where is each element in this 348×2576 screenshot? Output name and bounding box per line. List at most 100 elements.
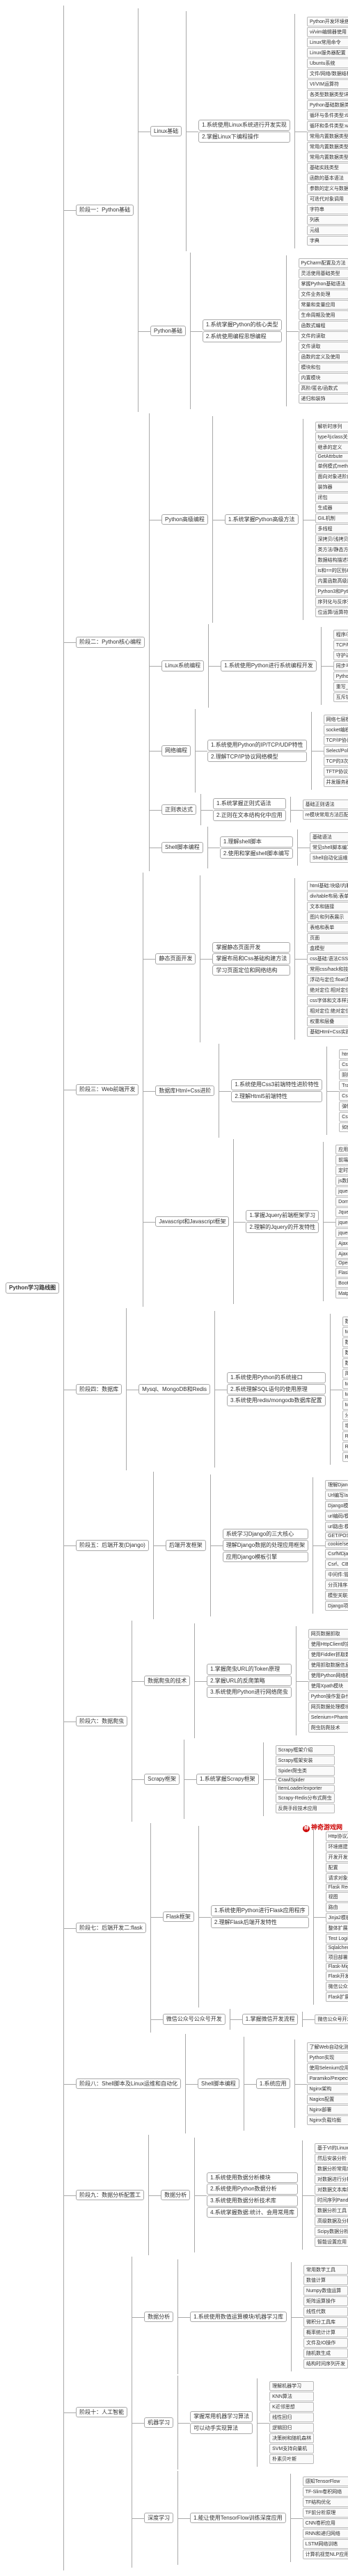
stage-node: 阶段六：数据爬虫	[76, 1716, 127, 1727]
leaves-group: 理解机器学习KNN算法K近邻思想线性回归逻辑回归决策树和随机森林SVM支持向量机…	[269, 2381, 314, 2464]
leaf-node: Nginx部署	[307, 2105, 348, 2115]
sub-branch: Flask框架1.系统使用Python进行Flask应用程序2.理解Flask后…	[163, 1826, 348, 2007]
leaves-group: 了解Web自动化测试Python实现使用Selenium应用Paramiko/P…	[307, 2042, 348, 2125]
goal-node: 掌握布局和Css基础构建方法	[212, 953, 290, 964]
sub-node: Mysql、MongoDB和Redis	[139, 1384, 210, 1395]
leaf-node: 模型关联类型数据应用	[325, 1591, 348, 1600]
leaf-node: url路由:模块	[325, 1522, 348, 1532]
goal-node: 2.系统理解SQL语句的使用原理	[227, 1384, 326, 1395]
leaf-children: PyCharm配置及方法灵活使用基础类型掌握Python基础语法文件业务处理常量…	[290, 255, 348, 406]
sub-branch: Linux基础1.系统使用Linux系统进行开发实现2.掌握Linux下编程操作…	[150, 11, 348, 251]
leaf-node: 数据库关系类型	[342, 1348, 348, 1358]
stage-children: 数据爬虫的技术 1.掌握爬虫URL的Token原理2.掌握URL的反爬策略3.系统…	[136, 1621, 348, 1822]
leaves-group: 基础正则语法re模块常用方法匹配	[303, 800, 348, 820]
goal-children: 1.掌握爬虫URL的Token原理2.掌握URL的反爬策略3.系统使用Pytho…	[198, 1623, 348, 1738]
stage-children: Python高级编程1.系统掌握Python高级方法解析时序列type与clas…	[153, 413, 348, 871]
goal-node: 学习页面定位和网络结构	[212, 965, 290, 976]
leaf-node: 微信公众号	[326, 1982, 348, 1991]
goals-branch: 1.系统使用Python的系统接口2.系统理解SQL语句的使用原理3.系统使用r…	[227, 1314, 348, 1465]
leaf-node: Jquery核心方法事件	[335, 1207, 348, 1217]
stage-branch: 阶段八：Shell脚本及Linux运维和自动化Shell脚本编程1.系统应用了解…	[76, 2034, 348, 2133]
leaves-group: 网页数据抓取使用HttpClient的抓取方法使用Fiddler抓取数据使用抓取…	[308, 1629, 348, 1733]
leaves-group: 应用库vue/react应用前端框架jquery框架定时器和动画js数据类型结构…	[335, 1145, 348, 1298]
leaf-node: Css3高端盒类型	[339, 1112, 348, 1122]
stage-children: 后端开发框架系统学习Django的三大核心理解Django数据的处理应用框架应用…	[157, 1472, 348, 1619]
sub-node: 数据分析	[144, 2312, 173, 2323]
leaves-group: 基于VI的Linux数据然后安装分析数据分析常用库对数据进行分析对数据文本库的操…	[315, 2143, 348, 2247]
leaf-node: 循环与条件类型:if/for	[307, 111, 348, 120]
goal-node: 掌握常用机器学习算法	[190, 2411, 253, 2422]
leaf-node: 文件及IO操作	[303, 2338, 348, 2348]
leaves-branch: html5新增标签与兼容性Css3新增选择器阴影/渐变Transform过渡动画…	[339, 1049, 348, 1132]
leaf-node: 逻辑回归	[269, 2423, 314, 2433]
leaf-node: Http协议及Werkzeug介绍	[326, 1831, 348, 1841]
leaf-node: 然后安装分析	[315, 2154, 348, 2163]
leaf-node: 图片和列表展示	[307, 912, 348, 922]
leaves-branch: 常用数学工具数值计算Numpy数值运算矩阵运算操作线性代数微积分工具库概率统计计…	[303, 2265, 348, 2369]
goal-node: 1.系统使用Python进行系统编程开发	[221, 660, 317, 671]
goal-node: 2.系统使用Python数据分析	[207, 2184, 298, 2195]
goals-group: 1.系统掌握Python高级方法	[225, 514, 299, 525]
leaf-node: LSTM网络训练	[303, 2539, 348, 2549]
leaf-node: Nagios配置	[307, 2094, 348, 2104]
stage-node: 阶段五：后端开发(Django)	[76, 1540, 149, 1551]
leaf-node: 递归和装饰	[299, 394, 348, 404]
sub-branch: Shell脚本编程1.理解shell脚本2.使用和掌握shell脚本编写基础语法…	[161, 827, 348, 868]
leaf-node: 数据库增删改查	[342, 1337, 348, 1347]
sub-node: 数据爬虫的技术	[144, 1676, 190, 1687]
sub-branch: 网络编程1.系统使用Python的IP/TCP/UDP特性2.理解TCP/IP协…	[161, 709, 348, 793]
leaf-node: 数据管理系统	[342, 1317, 348, 1326]
leaf-children: 感知TensorFlowTF-Slim卷积网络TF结构优化TF前分析原理CNN卷…	[294, 2474, 348, 2562]
leaf-node: 浮动与定位:float清除	[307, 975, 348, 985]
goal-node: 1.系统应用	[256, 2078, 290, 2090]
leaf-node: 前端框架jquery框架	[335, 1155, 348, 1165]
sub-branch: Shell脚本编程1.系统应用了解Web自动化测试Python实现使用Selen…	[198, 2037, 348, 2131]
leaves-branch: 了解Web自动化测试Python实现使用Selenium应用Paramiko/P…	[307, 2042, 348, 2125]
leaves-group: 程序/进程/线程、select/poll、异步IOTCP/UDP、Linux多线…	[333, 630, 348, 702]
goal-children: 1.系统应用 了解Web自动化测试Python实现使用Selenium应用Para…	[248, 2037, 348, 2131]
leaf-node: jquery的dom操作文档	[335, 1186, 348, 1196]
leaf-node: 盒模型	[307, 944, 348, 953]
leaf-node: jquery特效动画	[335, 1218, 348, 1227]
goals-group: 1.掌握爬虫URL的Token原理2.掌握URL的反爬策略3.系统使用Pytho…	[207, 1664, 292, 1698]
leaves-group: 感知TensorFlowTF-Slim卷积网络TF结构优化TF前分析原理CNN卷…	[303, 2476, 348, 2559]
leaf-node: 函数的定义及使用	[299, 352, 348, 362]
watermark: 神神奇游戏网	[303, 1822, 342, 1832]
goal-node: 3.系统使用数据分析技术库	[207, 2195, 298, 2207]
leaf-children: 基础语法常见shell脚本编写Shell自动化运维编程	[301, 829, 348, 866]
goals-group: 1.掌握微信开发流程	[242, 2014, 299, 2025]
goal-children: 1.掌握微信开发流程 微信公众号开发流程	[234, 2009, 348, 2030]
goals-branch: 1.系统使用数据分析模块2.系统使用Python数据分析3.系统使用数据分析技术…	[207, 2140, 348, 2250]
leaf-node: 使用Selenium应用	[307, 2063, 348, 2073]
leaves-branch: 微信公众号开发流程	[315, 2014, 348, 2024]
leaf-node: 可迭代对象调用	[307, 194, 348, 204]
leaf-node: 文件业务处理	[299, 289, 348, 299]
leaf-node: re模块常用方法匹配	[303, 810, 348, 820]
leaf-node: 闭包	[315, 493, 348, 502]
leaf-node: 反爬手段技术应用	[276, 1804, 335, 1813]
leaves-branch: 基于VI的Linux数据然后安装分析数据分析常用库对数据进行分析对数据文本库的操…	[315, 2143, 348, 2247]
leaf-node: 使用Fiddler抓取数据	[308, 1650, 348, 1660]
leaf-node: 装饰器	[315, 482, 348, 492]
leaf-node: 页面	[307, 933, 348, 943]
leaf-node: Sqlalchemy	[326, 1944, 348, 1952]
leaves-branch: 解析时序列type与class关系继承的定义GetAttrbute单例模式met…	[315, 422, 348, 617]
goal-node: 1.系统掌握Scrapy框架	[196, 1774, 259, 1785]
leaf-node: html基础:块级/内联、表单定义	[307, 881, 348, 891]
leaf-node: KNN算法	[269, 2392, 314, 2401]
goal-node: 1.系统使用Linux系统进行开发实现	[198, 120, 290, 131]
leaf-node: Python实现	[307, 2053, 348, 2062]
goals-group: 1.系统使用Python的IP/TCP/UDP特性2.理解TCP/IP协议网络模…	[207, 740, 306, 762]
leaf-node: 数据库关联语言	[342, 1358, 348, 1368]
stage-branch: 阶段三：Web前端开发静态页面开发掌握静态页面开发掌握布局和Css基础构建方法学…	[76, 873, 348, 1307]
leaf-node: 重写__new__、单例控制方式	[333, 682, 348, 692]
leaf-node: Bootstrap进阶/前端框架库	[335, 1278, 348, 1288]
goal-node: 2.正则在文本结构化中应用	[213, 810, 286, 821]
stage-branch: 阶段七：后端开发二:flaskFlask框架1.系统使用Python进行Flas…	[76, 1823, 348, 2033]
stage-branch: 阶段九：数据分析配置工数据分析1.系统使用数据分析模块2.系统使用Python数…	[76, 2135, 348, 2255]
leaves-branch: 基础语法常见shell脚本编写Shell自动化运维编程	[310, 832, 348, 863]
leaf-children: 理解Django开发/增删:详细原理Url编写/app/模块/结构Django模…	[317, 1477, 348, 1614]
leaf-node: 元组	[307, 225, 348, 235]
sub-branch: Python基础1.系统掌握Python的核心类型2.系统使用编程思想编程PyC…	[150, 253, 348, 409]
leaf-node: 常用内置数据类型:tuple	[307, 142, 348, 152]
